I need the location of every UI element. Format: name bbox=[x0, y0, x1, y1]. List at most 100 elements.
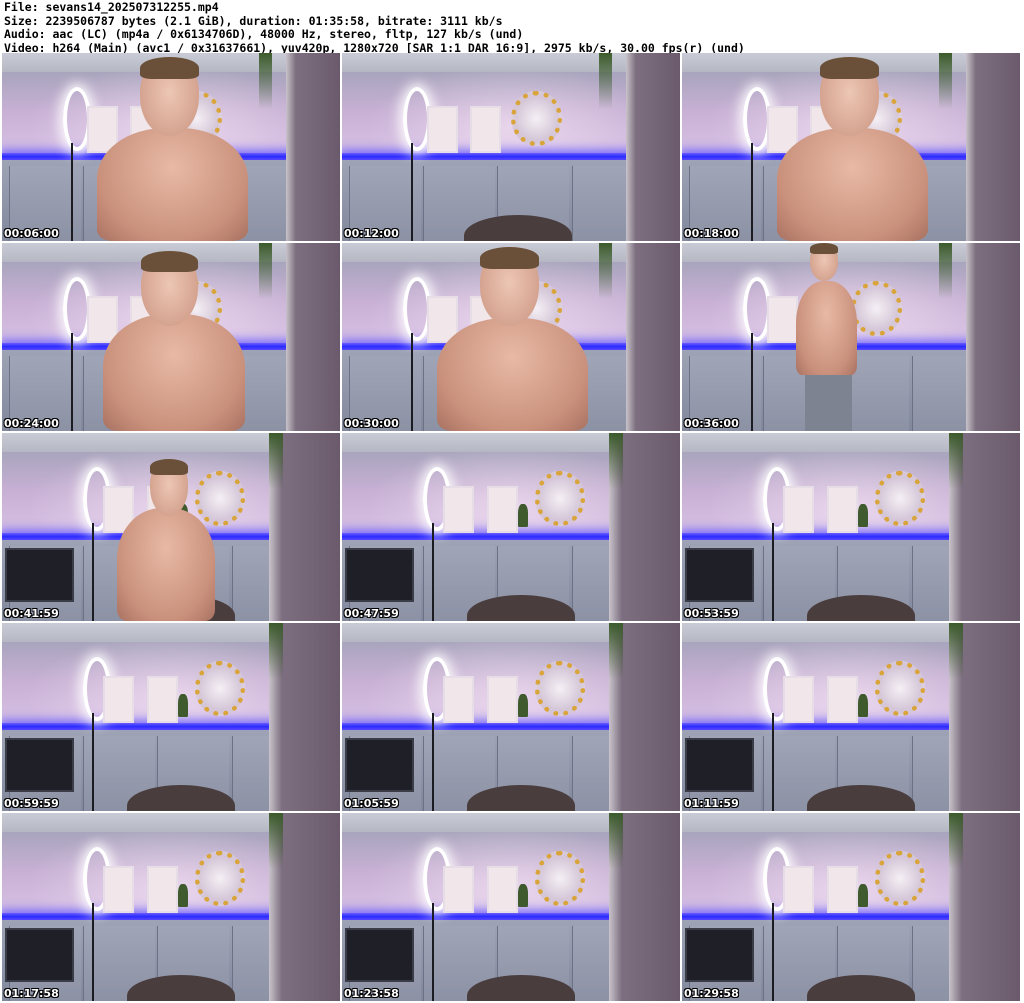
thumbnail-timestamp: 01:17:58 bbox=[4, 987, 59, 1000]
ring-light-tripod bbox=[71, 143, 74, 241]
hanging-plant bbox=[609, 813, 623, 870]
thumbnail-timestamp: 00:06:00 bbox=[4, 227, 59, 240]
picture-frame bbox=[827, 865, 859, 913]
picture-frame bbox=[827, 675, 859, 723]
sun-mirror bbox=[534, 470, 586, 526]
picture-frame bbox=[783, 865, 815, 913]
potted-plant bbox=[177, 884, 188, 907]
person bbox=[96, 53, 340, 241]
oven bbox=[345, 927, 414, 983]
video-thumbnail: 00:36:00 bbox=[682, 243, 1020, 431]
sun-mirror bbox=[194, 850, 246, 906]
ring-light-tripod bbox=[431, 523, 434, 621]
sun-mirror bbox=[874, 660, 926, 716]
thumbnail-timestamp: 00:59:59 bbox=[4, 797, 59, 810]
hair bbox=[810, 243, 839, 254]
side-wall bbox=[625, 53, 680, 241]
hanging-plant bbox=[949, 623, 963, 680]
potted-plant bbox=[857, 504, 868, 527]
thumbnail-scene bbox=[342, 623, 680, 811]
sun-mirror bbox=[534, 850, 586, 906]
potted-plant bbox=[517, 884, 528, 907]
torso bbox=[436, 318, 588, 431]
video-thumbnail: 01:29:58 bbox=[682, 813, 1020, 1001]
video-thumbnail: 00:53:59 bbox=[682, 433, 1020, 621]
picture-frame bbox=[487, 675, 519, 723]
thumbnail-scene bbox=[342, 813, 680, 1001]
picture-frame bbox=[470, 105, 502, 153]
thumbnail-timestamp: 00:53:59 bbox=[684, 607, 739, 620]
torso bbox=[96, 128, 248, 241]
thumbnail-scene bbox=[2, 813, 340, 1001]
potted-plant bbox=[517, 694, 528, 717]
picture-frame bbox=[783, 485, 815, 533]
oven bbox=[5, 737, 74, 793]
thumbnail-scene bbox=[342, 243, 680, 431]
person bbox=[436, 243, 680, 431]
video-thumbnail: 00:12:00 bbox=[342, 53, 680, 241]
hanging-plant bbox=[269, 813, 283, 870]
sun-mirror bbox=[534, 660, 586, 716]
person bbox=[776, 53, 1020, 241]
thumbnail-timestamp: 00:30:00 bbox=[344, 417, 399, 430]
thumbnail-scene bbox=[2, 623, 340, 811]
ring-light-tripod bbox=[411, 143, 414, 241]
thumbnail-timestamp: 00:24:00 bbox=[4, 417, 59, 430]
thumbnail-timestamp: 00:36:00 bbox=[684, 417, 739, 430]
potted-plant bbox=[857, 694, 868, 717]
hair bbox=[820, 56, 879, 79]
thumbnail-timestamp: 01:23:58 bbox=[344, 987, 399, 1000]
ring-light-tripod bbox=[431, 903, 434, 1001]
thumbnail-scene bbox=[342, 53, 680, 241]
torso bbox=[103, 314, 246, 431]
ring-light-tripod bbox=[91, 523, 94, 621]
torso bbox=[796, 280, 857, 375]
picture-frame bbox=[443, 485, 475, 533]
video-thumbnail: 01:05:59 bbox=[342, 623, 680, 811]
picture-frame bbox=[147, 675, 179, 723]
file-info-header: File: sevans14_20250731225​5.mp4 Size: 2… bbox=[4, 1, 1020, 54]
thumbnail-timestamp: 00:47:59 bbox=[344, 607, 399, 620]
thumbnail-scene bbox=[682, 433, 1020, 621]
thumbnail-timestamp: 01:11:59 bbox=[684, 797, 739, 810]
thumbnail-timestamp: 01:29:58 bbox=[684, 987, 739, 1000]
video-thumbnail: 00:24:00 bbox=[2, 243, 340, 431]
thumbnail-timestamp: 00:18:00 bbox=[684, 227, 739, 240]
person bbox=[787, 243, 1020, 431]
ring-light-tripod bbox=[751, 143, 754, 241]
video-thumbnail: 00:06:00 bbox=[2, 53, 340, 241]
hair bbox=[150, 459, 189, 476]
ring-light-tripod bbox=[751, 333, 754, 431]
oven bbox=[5, 547, 74, 603]
ring-light-tripod bbox=[431, 713, 434, 811]
oven bbox=[5, 927, 74, 983]
thumbnail-grid: 00:06:00 00:12:00 00:18:00 00:24:00 00:30:00… bbox=[2, 53, 1022, 1003]
hanging-plant bbox=[949, 813, 963, 870]
file-size-line: Size: 2239506787 bytes (2.1 GiB), durati… bbox=[4, 14, 503, 28]
sun-mirror bbox=[874, 850, 926, 906]
thumbnail-scene bbox=[2, 53, 340, 241]
sun-mirror bbox=[874, 470, 926, 526]
audio-info-line: Audio: aac (LC) (mp4a / 0x6134706D), 480… bbox=[4, 28, 524, 41]
hanging-plant bbox=[269, 623, 283, 680]
video-thumbnail: 01:17:58 bbox=[2, 813, 340, 1001]
picture-frame bbox=[443, 675, 475, 723]
hair bbox=[140, 56, 199, 79]
hair bbox=[480, 246, 539, 269]
thumbnail-scene bbox=[342, 433, 680, 621]
jeans bbox=[805, 374, 853, 431]
ring-light-tripod bbox=[771, 903, 774, 1001]
picture-frame bbox=[487, 485, 519, 533]
thumbnail-scene bbox=[2, 243, 340, 431]
video-thumbnail: 00:30:00 bbox=[342, 243, 680, 431]
picture-frame bbox=[443, 865, 475, 913]
video-thumbnail: 00:47:59 bbox=[342, 433, 680, 621]
sun-mirror bbox=[511, 90, 562, 146]
picture-frame bbox=[827, 485, 859, 533]
picture-frame bbox=[783, 675, 815, 723]
hanging-plant bbox=[609, 433, 623, 490]
person bbox=[103, 243, 340, 431]
video-thumbnail: 00:59:59 bbox=[2, 623, 340, 811]
thumbnail-scene bbox=[682, 53, 1020, 241]
ring-light-tripod bbox=[771, 713, 774, 811]
